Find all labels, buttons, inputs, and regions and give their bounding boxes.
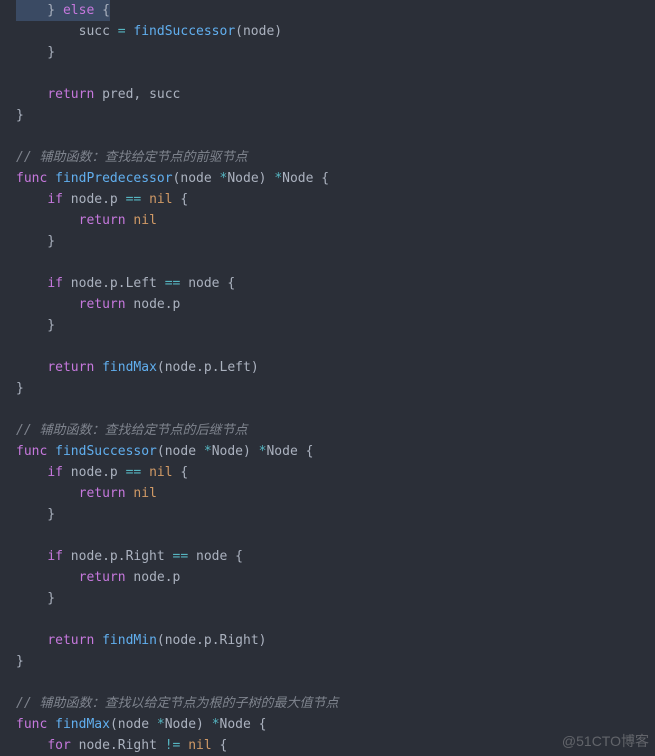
keyword-else: else xyxy=(63,3,94,18)
keyword-if: if xyxy=(47,549,63,564)
code-token: succ xyxy=(16,24,118,39)
code-token: (node xyxy=(173,171,220,186)
fn-name: findMax xyxy=(55,717,110,732)
code-token: { xyxy=(173,192,189,207)
operator: * xyxy=(274,171,282,186)
operator: == xyxy=(165,276,181,291)
keyword-return: return xyxy=(47,87,94,102)
code-token: } xyxy=(16,3,63,18)
operator: = xyxy=(118,24,126,39)
code-token: node.p xyxy=(63,192,126,207)
code-token: Node) xyxy=(227,171,274,186)
keyword-func: func xyxy=(16,444,47,459)
comment: // 辅助函数：查找以给定节点为根的子树的最大值节点 xyxy=(16,696,338,711)
code-token: { xyxy=(173,465,189,480)
fn-call: findSuccessor xyxy=(133,24,235,39)
keyword-func: func xyxy=(16,171,47,186)
code-token: } xyxy=(16,507,55,522)
code-token: Node { xyxy=(220,717,267,732)
code-token: (node.p.Right) xyxy=(157,633,267,648)
comment: // 辅助函数：查找给定节点的后继节点 xyxy=(16,423,247,438)
keyword-return: return xyxy=(47,633,94,648)
code-token: } xyxy=(16,318,55,333)
fn-call: findMax xyxy=(102,360,157,375)
operator: == xyxy=(173,549,189,564)
operator: == xyxy=(126,192,142,207)
code-token: node.p xyxy=(63,465,126,480)
keyword-for: for xyxy=(47,738,70,753)
keyword-return: return xyxy=(79,213,126,228)
code-token: node { xyxy=(180,276,235,291)
code-token xyxy=(16,87,47,102)
keyword-func: func xyxy=(16,717,47,732)
code-token: node.p.Left xyxy=(63,276,165,291)
code-token: (node) xyxy=(235,24,282,39)
keyword-return: return xyxy=(79,297,126,312)
code-token: } xyxy=(16,234,55,249)
operator: * xyxy=(157,717,165,732)
code-token: node.p xyxy=(126,570,181,585)
code-token: pred, succ xyxy=(94,87,180,102)
code-token: (node xyxy=(157,444,204,459)
code-token: { xyxy=(212,738,228,753)
keyword-return: return xyxy=(47,360,94,375)
code-token: (node xyxy=(110,717,157,732)
keyword-return: return xyxy=(79,486,126,501)
literal-nil: nil xyxy=(149,192,172,207)
keyword-if: if xyxy=(47,465,63,480)
fn-name: findPredecessor xyxy=(55,171,172,186)
keyword-return: return xyxy=(79,570,126,585)
code-token: } xyxy=(16,45,55,60)
literal-nil: nil xyxy=(133,486,156,501)
code-token: node.p.Right xyxy=(63,549,173,564)
code-token: Node) xyxy=(212,444,259,459)
code-token: } xyxy=(16,108,24,123)
code-token: Node) xyxy=(165,717,212,732)
code-token: node.Right xyxy=(71,738,165,753)
literal-nil: nil xyxy=(188,738,211,753)
literal-nil: nil xyxy=(149,465,172,480)
code-token: Node { xyxy=(282,171,329,186)
watermark: @51CTO博客 xyxy=(562,731,649,752)
keyword-if: if xyxy=(47,276,63,291)
operator: != xyxy=(165,738,181,753)
code-token: } xyxy=(16,591,55,606)
keyword-if: if xyxy=(47,192,63,207)
code-token: } xyxy=(16,381,24,396)
code-token: { xyxy=(94,3,110,18)
code-token: Node { xyxy=(266,444,313,459)
fn-call: findMin xyxy=(102,633,157,648)
code-token: node { xyxy=(188,549,243,564)
fn-name: findSuccessor xyxy=(55,444,157,459)
operator: * xyxy=(204,444,212,459)
operator: * xyxy=(212,717,220,732)
code-token: node.p xyxy=(126,297,181,312)
code-block: } else { succ = findSuccessor(node) } re… xyxy=(0,0,655,756)
operator: == xyxy=(126,465,142,480)
literal-nil: nil xyxy=(133,213,156,228)
code-token: (node.p.Left) xyxy=(157,360,259,375)
comment: // 辅助函数：查找给定节点的前驱节点 xyxy=(16,150,247,165)
code-token: } xyxy=(16,654,24,669)
